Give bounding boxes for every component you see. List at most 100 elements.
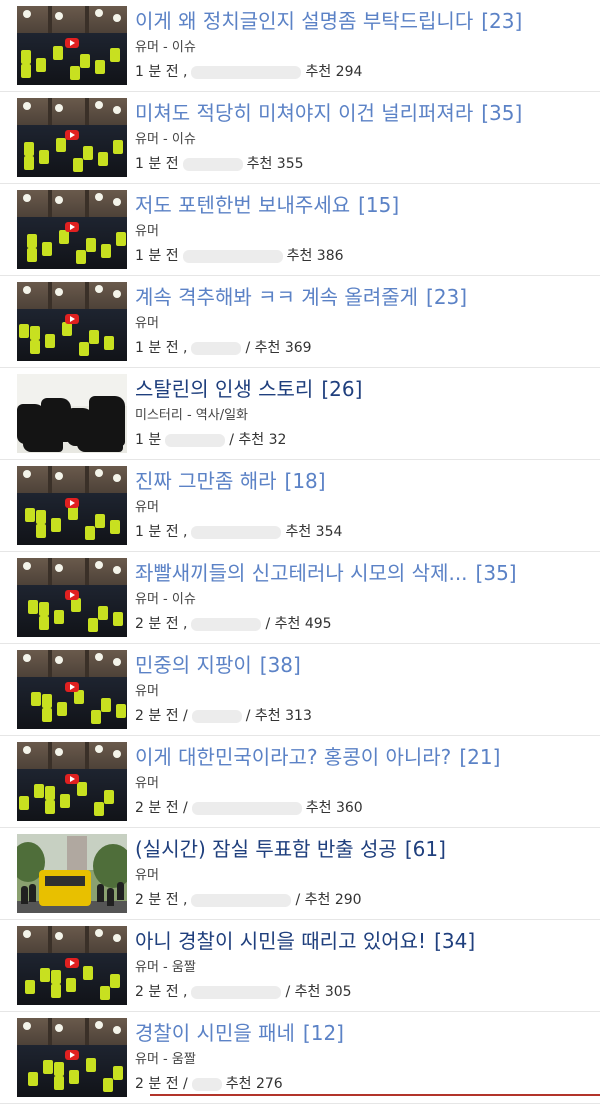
post-title-text: 경찰이 시민을 패네 [135, 1021, 295, 1045]
post-time: 2 분 전 , [135, 892, 188, 908]
post-title-link[interactable]: 민중의 지팡이 [38] [135, 651, 595, 679]
post-title-text: 스탈린의 인생 스토리 [135, 377, 314, 401]
post-thumbnail[interactable] [17, 98, 127, 177]
post-item[interactable]: 민중의 지팡이 [38] 유머 2 분 전 / / 추천 313 [0, 644, 600, 736]
post-title-link[interactable]: 경찰이 시민을 패네 [12] [135, 1019, 595, 1047]
post-thumbnail[interactable] [17, 834, 127, 913]
post-thumbnail[interactable] [17, 742, 127, 821]
post-meta: 2 분 전 / 추천 276 [135, 1075, 283, 1093]
post-thumbnail[interactable] [17, 650, 127, 729]
post-meta: 2 분 전 , / 추천 305 [135, 983, 352, 1001]
recommend-count: 추천 354 [285, 524, 343, 540]
post-time: 2 분 전 / [135, 800, 188, 816]
post-item[interactable]: 경찰이 시민을 패네 [12] 유머 - 움짤 2 분 전 / 추천 276 [0, 1012, 600, 1104]
post-time: 2 분 전 / [135, 1076, 188, 1092]
recommend-count: / 추천 313 [245, 708, 312, 724]
redacted-author [191, 801, 302, 815]
post-meta: 1 분 / 추천 32 [135, 431, 286, 449]
post-list: 이게 왜 정치글인지 설명좀 부탁드립니다 [23] 유머 - 이슈 1 분 전 , 추… [0, 0, 600, 1104]
redacted-author [191, 341, 242, 355]
post-title-link[interactable]: 스탈린의 인생 스토리 [26] [135, 375, 595, 403]
redacted-author [182, 157, 243, 171]
post-category: 유머 - 움짤 [135, 960, 196, 975]
post-meta: 1 분 전 추천 355 [135, 155, 304, 173]
comment-count: [38] [259, 653, 301, 677]
post-category: 미스터리 - 역사/일화 [135, 408, 249, 423]
post-category: 유머 - 움짤 [135, 1052, 196, 1067]
redacted-author [191, 617, 262, 631]
post-title-text: 좌빨새끼들의 신고테러나 시모의 삭제... [135, 561, 468, 585]
comment-count: [15] [358, 193, 400, 217]
post-item[interactable]: 저도 포텐한번 보내주세요 [15] 유머 1 분 전 추천 386 [0, 184, 600, 276]
recommend-count: / 추천 32 [229, 432, 287, 448]
redacted-author [191, 709, 242, 723]
recommend-count: 추천 294 [305, 64, 363, 80]
post-thumbnail[interactable] [17, 466, 127, 545]
post-meta: 1 분 전 , 추천 294 [135, 63, 362, 81]
post-item[interactable]: 계속 격추해봐 ㅋㅋ 계속 올려줄게 [23] 유머 1 분 전 , / 추천 369 [0, 276, 600, 368]
post-thumbnail[interactable] [17, 926, 127, 1005]
post-category: 유머 - 이슈 [135, 132, 196, 147]
post-item[interactable]: (실시간) 잠실 투표함 반출 성공 [61] 유머 2 분 전 , / 추천 290 [0, 828, 600, 920]
post-item[interactable]: 진짜 그만좀 해라 [18] 유머 1 분 전 , 추천 354 [0, 460, 600, 552]
post-thumbnail[interactable] [17, 558, 127, 637]
post-item[interactable]: 스탈린의 인생 스토리 [26] 미스터리 - 역사/일화 1 분 / 추천 32 [0, 368, 600, 460]
post-title-text: 미쳐도 적당히 미쳐야지 이건 널리퍼져라 [135, 101, 474, 125]
redacted-author [191, 1077, 222, 1091]
post-title-link[interactable]: 좌빨새끼들의 신고테러나 시모의 삭제... [35] [135, 559, 595, 587]
post-title-link[interactable]: 이게 왜 정치글인지 설명좀 부탁드립니다 [23] [135, 7, 595, 35]
post-meta: 1 분 전 추천 386 [135, 247, 344, 265]
post-thumbnail[interactable] [17, 6, 127, 85]
post-category: 유머 [135, 224, 159, 239]
post-title-link[interactable]: 저도 포텐한번 보내주세요 [15] [135, 191, 595, 219]
post-item[interactable]: 이게 대한민국이라고? 홍콩이 아니라? [21] 유머 2 분 전 / 추천 360 [0, 736, 600, 828]
comment-count: [35] [481, 101, 523, 125]
post-thumbnail[interactable] [17, 190, 127, 269]
post-time: 2 분 전 , [135, 616, 188, 632]
post-title-link[interactable]: 아니 경찰이 시민을 때리고 있어요! [34] [135, 927, 595, 955]
post-category: 유머 [135, 500, 159, 515]
post-title-link[interactable]: 계속 격추해봐 ㅋㅋ 계속 올려줄게 [23] [135, 283, 595, 311]
recommend-count: / 추천 495 [265, 616, 332, 632]
post-title-link[interactable]: (실시간) 잠실 투표함 반출 성공 [61] [135, 835, 595, 863]
post-title-text: (실시간) 잠실 투표함 반출 성공 [135, 837, 397, 861]
post-title-link[interactable]: 미쳐도 적당히 미쳐야지 이건 널리퍼져라 [35] [135, 99, 595, 127]
post-title-text: 민중의 지팡이 [135, 653, 252, 677]
comment-count: [21] [459, 745, 501, 769]
recommend-count: / 추천 290 [295, 892, 362, 908]
post-category: 유머 [135, 684, 159, 699]
comment-count: [12] [302, 1021, 344, 1045]
post-title-text: 이게 대한민국이라고? 홍콩이 아니라? [135, 745, 452, 769]
post-thumbnail[interactable] [17, 1018, 127, 1097]
post-title-link[interactable]: 이게 대한민국이라고? 홍콩이 아니라? [21] [135, 743, 595, 771]
comment-count: [34] [434, 929, 476, 953]
post-meta: 1 분 전 , / 추천 369 [135, 339, 312, 357]
comment-count: [35] [475, 561, 517, 585]
redacted-author [191, 893, 292, 907]
post-thumbnail[interactable] [17, 282, 127, 361]
post-item[interactable]: 좌빨새끼들의 신고테러나 시모의 삭제... [35] 유머 - 이슈 2 분 전 ,… [0, 552, 600, 644]
recommend-count: 추천 360 [305, 800, 363, 816]
recommend-count: 추천 386 [286, 248, 344, 264]
post-meta: 2 분 전 / 추천 360 [135, 799, 363, 817]
redacted-author [182, 249, 283, 263]
post-title-text: 진짜 그만좀 해라 [135, 469, 277, 493]
post-meta: 1 분 전 , 추천 354 [135, 523, 342, 541]
post-title-link[interactable]: 진짜 그만좀 해라 [18] [135, 467, 595, 495]
post-title-text: 이게 왜 정치글인지 설명좀 부탁드립니다 [135, 9, 474, 33]
post-item[interactable]: 아니 경찰이 시민을 때리고 있어요! [34] 유머 - 움짤 2 분 전 , / 추… [0, 920, 600, 1012]
comment-count: [23] [481, 9, 523, 33]
post-item[interactable]: 이게 왜 정치글인지 설명좀 부탁드립니다 [23] 유머 - 이슈 1 분 전 , 추… [0, 0, 600, 92]
post-thumbnail[interactable] [17, 374, 127, 453]
redacted-author [191, 65, 302, 79]
post-item[interactable]: 미쳐도 적당히 미쳐야지 이건 널리퍼져라 [35] 유머 - 이슈 1 분 전 추천 … [0, 92, 600, 184]
redacted-author [165, 433, 226, 447]
post-category: 유머 [135, 776, 159, 791]
post-meta: 2 분 전 , / 추천 495 [135, 615, 332, 633]
recommend-count: 추천 355 [246, 156, 304, 172]
post-time: 1 분 전 , [135, 340, 188, 356]
post-title-text: 저도 포텐한번 보내주세요 [135, 193, 351, 217]
post-time: 1 분 전 [135, 248, 179, 264]
comment-count: [23] [426, 285, 468, 309]
post-category: 유머 [135, 316, 159, 331]
